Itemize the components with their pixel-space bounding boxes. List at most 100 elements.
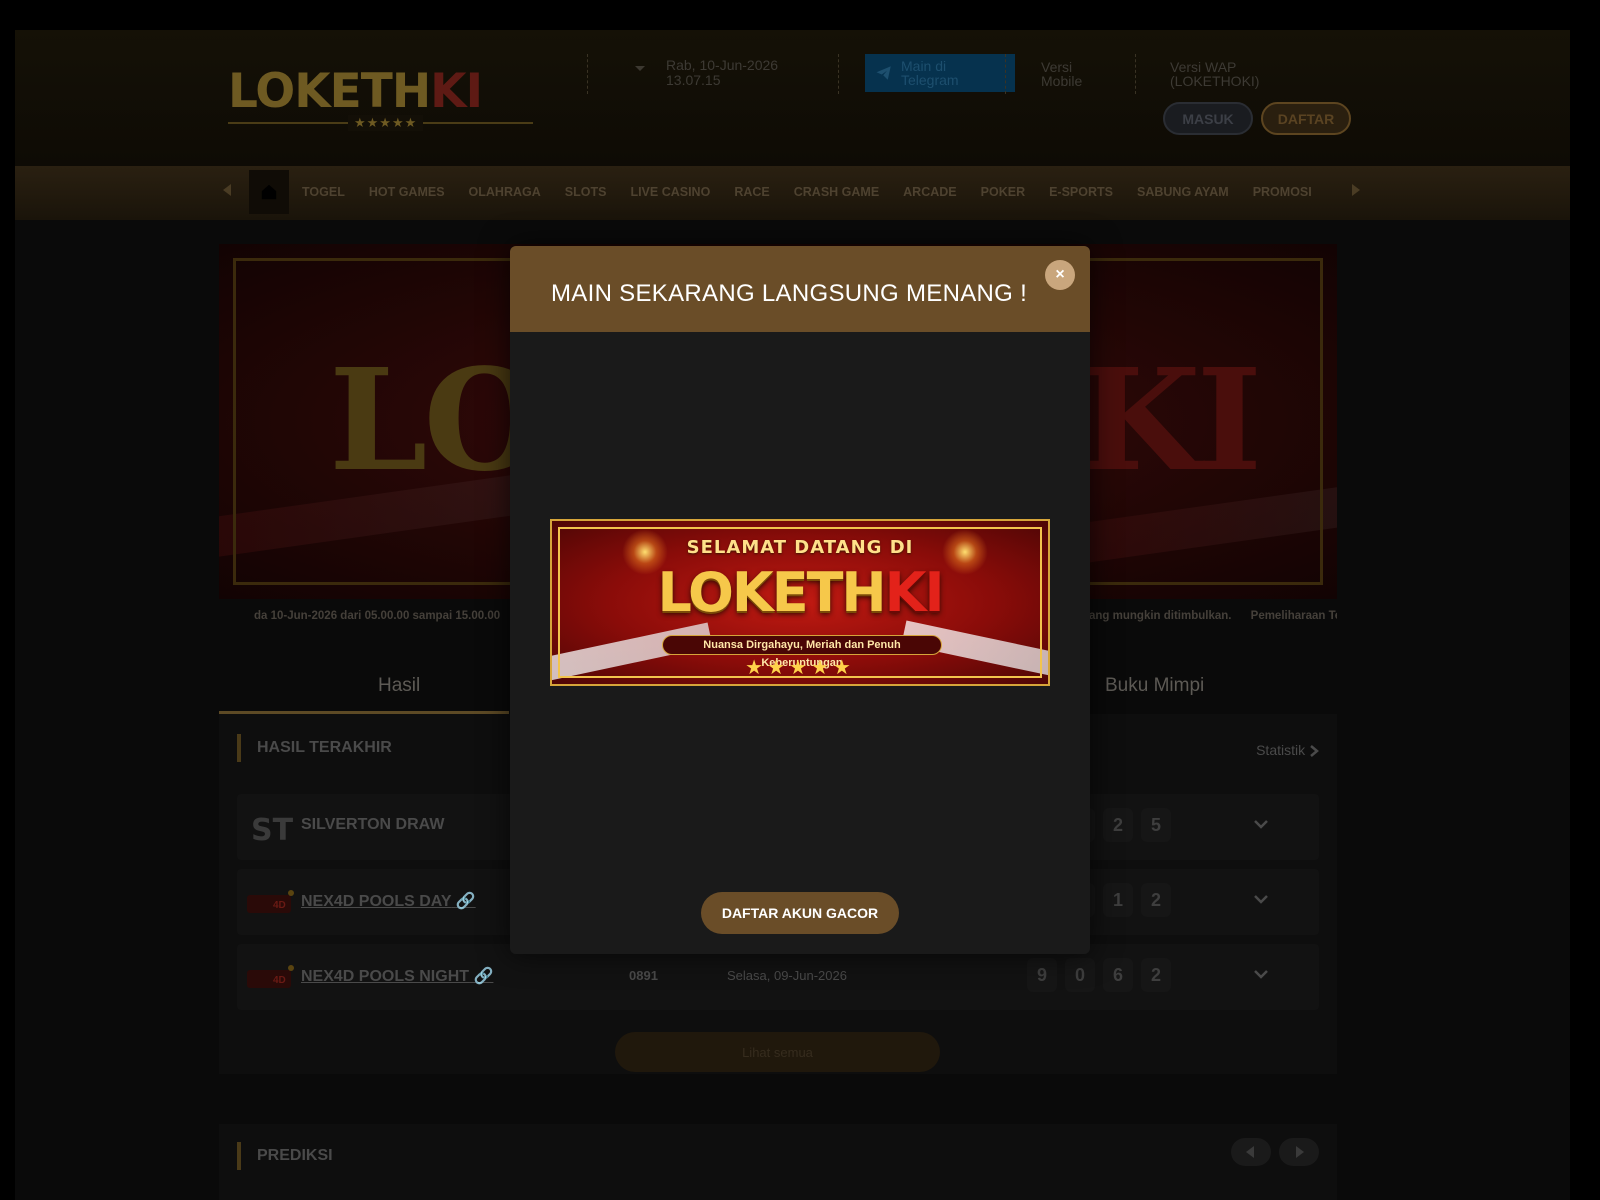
nav-item-promosi[interactable]: PROMOSI	[1253, 185, 1312, 199]
login-button[interactable]: MASUK	[1163, 102, 1253, 135]
telegram-label: Main di Telegram	[901, 59, 959, 87]
tab-buku-mimpi[interactable]: Buku Mimpi	[1105, 675, 1204, 697]
nav-item-hot-games[interactable]: HOT GAMES	[369, 185, 445, 199]
see-all-button[interactable]: Lihat semua	[615, 1032, 940, 1072]
nav-item-slots[interactable]: SLOTS	[565, 185, 607, 199]
nav-scroll-left-icon[interactable]	[223, 184, 231, 196]
header-divider	[587, 54, 588, 94]
link-icon: 🔗	[473, 968, 494, 985]
nav-item-olahraga[interactable]: OLAHRAGA	[469, 185, 541, 199]
nex4d-logo-icon: 4D	[247, 890, 294, 913]
mobile-version-line2: Mobile	[1041, 73, 1083, 89]
result-ball: 9	[1027, 958, 1057, 992]
prediksi-title: PREDIKSI	[237, 1142, 333, 1170]
marquee-text-right: ang mungkin ditimbulkan. Pemeliharaan Te…	[1089, 610, 1337, 622]
result-market-name: NEX4D POOLS NIGHT	[301, 968, 470, 985]
logo-wordmark: LOKETHKI	[228, 66, 538, 118]
svg-text:4D: 4D	[273, 900, 286, 911]
nav-item-live-casino[interactable]: LIVE CASINO	[630, 185, 710, 199]
header-divider	[1005, 54, 1006, 94]
prediksi-next-button[interactable]	[1279, 1138, 1319, 1166]
nav-item-crash-game[interactable]: CRASH GAME	[794, 185, 879, 199]
link-icon: 🔗	[455, 893, 476, 910]
statistik-label: Statistik	[1256, 742, 1306, 758]
page: LOKETHKI ★★★★★ Rab, 10-Jun-2026 13.07.15…	[0, 0, 1600, 1200]
logo-text-b: KI	[430, 64, 483, 119]
promo-banner[interactable]: SELAMAT DATANG DI LOKETHKI Nuansa Dirgah…	[550, 519, 1050, 686]
language-dropdown-caret-icon[interactable]	[635, 66, 645, 71]
result-ball: 2	[1103, 808, 1133, 842]
nav-item-poker[interactable]: POKER	[981, 185, 1025, 199]
silverton-logo-icon: ST	[251, 813, 294, 848]
result-date: Selasa, 09-Jun-2026	[727, 968, 847, 983]
statistik-link[interactable]: Statistik	[1256, 742, 1319, 758]
modal-title: MAIN SEKARANG LANGSUNG MENANG !	[551, 280, 1028, 307]
mobile-version-link[interactable]: Versi Mobile	[1041, 60, 1082, 88]
promo-logo-b: KI	[884, 561, 945, 624]
server-datetime: Rab, 10-Jun-2026 13.07.15	[666, 58, 806, 88]
datetime-date: Rab, 10-Jun-2026	[666, 57, 779, 73]
result-ball: 0	[1065, 958, 1095, 992]
site-logo[interactable]: LOKETHKI ★★★★★	[228, 66, 538, 131]
header-divider	[1135, 54, 1136, 94]
nav-scroll-right-icon[interactable]	[1352, 184, 1360, 196]
result-ball: 2	[1141, 958, 1171, 992]
nex4d-logo-icon: 4D	[247, 965, 294, 988]
register-button[interactable]: DAFTAR	[1261, 102, 1351, 135]
svg-text:ST: ST	[251, 813, 294, 848]
main-nav: TOGEL HOT GAMES OLAHRAGA SLOTS LIVE CASI…	[15, 166, 1570, 220]
wap-version-link[interactable]: Versi WAP (LOKETHOKI)	[1170, 60, 1259, 88]
chevron-right-icon	[1310, 745, 1319, 758]
promo-logo: LOKETHKI	[552, 561, 1048, 624]
nav-item-sabung-ayam[interactable]: SABUNG AYAM	[1137, 185, 1229, 199]
result-ball: 6	[1103, 958, 1133, 992]
results-title: HASIL TERAKHIR	[237, 734, 392, 762]
header-divider	[838, 54, 839, 94]
chevron-down-icon[interactable]	[1253, 816, 1269, 832]
caret-left-icon	[1246, 1146, 1254, 1158]
modal-header: MAIN SEKARANG LANGSUNG MENANG ! ×	[510, 246, 1090, 332]
chevron-down-icon[interactable]	[1253, 966, 1269, 982]
telegram-button[interactable]: Main di Telegram	[865, 54, 1015, 92]
promo-stars: ★★★★★	[745, 657, 855, 679]
result-market-name: NEX4D POOLS DAY	[301, 893, 452, 910]
logo-text-a: LOKETH	[228, 64, 431, 119]
mobile-version-line1: Versi	[1041, 59, 1073, 75]
nav-item-e-sports[interactable]: E-SPORTS	[1049, 185, 1113, 199]
chevron-down-icon[interactable]	[1253, 891, 1269, 907]
logo-stars: ★★★★★	[348, 115, 424, 131]
close-icon[interactable]: ×	[1045, 260, 1075, 290]
nav-item-arcade[interactable]: ARCADE	[903, 185, 956, 199]
result-market-name: SILVERTON DRAW	[301, 816, 445, 833]
nav-home-button[interactable]	[249, 170, 289, 214]
result-ball: 2	[1141, 883, 1171, 917]
result-ball: 5	[1141, 808, 1171, 842]
prediksi-card: PREDIKSI	[219, 1124, 1337, 1200]
datetime-time: 13.07.15	[666, 72, 721, 88]
telegram-icon	[876, 66, 891, 80]
banner-logo-right: KI	[1079, 339, 1262, 503]
result-balls: 9 0 6 2	[1027, 958, 1171, 992]
nav-item-race[interactable]: RACE	[734, 185, 769, 199]
svg-text:4D: 4D	[273, 975, 286, 986]
result-market-link[interactable]: NEX4D POOLS NIGHT 🔗	[301, 966, 493, 986]
result-period: 0891	[629, 968, 658, 983]
nav-items: TOGEL HOT GAMES OLAHRAGA SLOTS LIVE CASI…	[302, 166, 1317, 218]
home-icon	[261, 184, 277, 200]
caret-right-icon	[1296, 1146, 1304, 1158]
nav-item-togel[interactable]: TOGEL	[302, 185, 345, 199]
prediksi-prev-button[interactable]	[1231, 1138, 1271, 1166]
promo-logo-a: LOKETH	[657, 561, 886, 624]
promo-tagline: Nuansa Dirgahayu, Meriah dan Penuh Keber…	[662, 635, 942, 669]
wap-version-line1: Versi WAP	[1170, 59, 1237, 75]
marquee-text-left: da 10-Jun-2026 dari 05.00.00 sampai 15.0…	[254, 610, 501, 622]
telegram-label-line2: Telegram	[901, 72, 959, 88]
register-gacor-button[interactable]: DAFTAR AKUN GACOR	[701, 892, 899, 934]
result-ball: 1	[1103, 883, 1133, 917]
tab-hasil[interactable]: Hasil	[378, 675, 420, 697]
promo-modal: MAIN SEKARANG LANGSUNG MENANG ! × SELAMA…	[510, 246, 1090, 954]
promo-subtitle: SELAMAT DATANG DI	[686, 537, 914, 558]
wap-version-line2: (LOKETHOKI)	[1170, 73, 1260, 89]
site-header: LOKETHKI ★★★★★ Rab, 10-Jun-2026 13.07.15…	[15, 30, 1570, 166]
result-market-link[interactable]: NEX4D POOLS DAY 🔗	[301, 891, 476, 911]
